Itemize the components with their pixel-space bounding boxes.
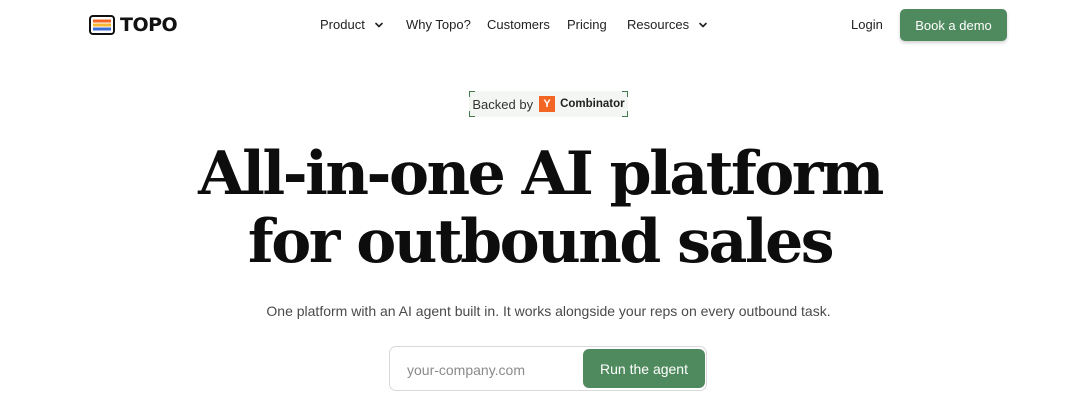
top-navigation: TOPO Product Why Topo? Customers Pricing… (0, 0, 1080, 50)
company-domain-input[interactable] (405, 359, 579, 381)
nav-item-why-topo[interactable]: Why Topo? (406, 17, 471, 32)
nav-item-label: Resources (627, 17, 690, 32)
y-combinator-name: Combinator (560, 98, 625, 110)
company-url-form: Run the agent (389, 346, 707, 391)
brand-name: TOPO (120, 14, 178, 36)
nav-item-label: Why Topo? (406, 17, 471, 32)
nav-item-product[interactable]: Product (320, 17, 385, 32)
nav-item-resources[interactable]: Resources (627, 17, 709, 32)
badge-corner (469, 91, 475, 97)
headline-line-2: for outbound sales (247, 207, 835, 277)
headline-line-1: All-in-one AI platform (198, 139, 884, 209)
nav-item-label: Product (320, 17, 365, 32)
badge-corner (469, 111, 475, 117)
chevron-down-icon (373, 19, 385, 31)
y-combinator-logo-icon: Y (539, 96, 556, 112)
hero-headline: All-in-one AI platform for outbound sale… (0, 140, 1080, 276)
badge-corner (622, 111, 628, 117)
nav-item-label: Pricing (567, 17, 607, 32)
nav-item-pricing[interactable]: Pricing (567, 17, 607, 32)
brand-logo[interactable]: TOPO (89, 14, 178, 36)
book-demo-button[interactable]: Book a demo (900, 9, 1007, 41)
backed-by-text: Backed by (472, 96, 534, 112)
hero-subheading: One platform with an AI agent built in. … (266, 303, 831, 319)
topo-logo-icon (89, 15, 115, 35)
run-agent-button[interactable]: Run the agent (583, 349, 705, 388)
nav-item-label: Customers (487, 17, 550, 32)
backed-by-badge: Backed by Y Combinator (469, 91, 628, 117)
chevron-down-icon (697, 19, 709, 31)
nav-item-customers[interactable]: Customers (487, 17, 550, 32)
badge-corner (622, 91, 628, 97)
login-link[interactable]: Login (851, 17, 883, 32)
